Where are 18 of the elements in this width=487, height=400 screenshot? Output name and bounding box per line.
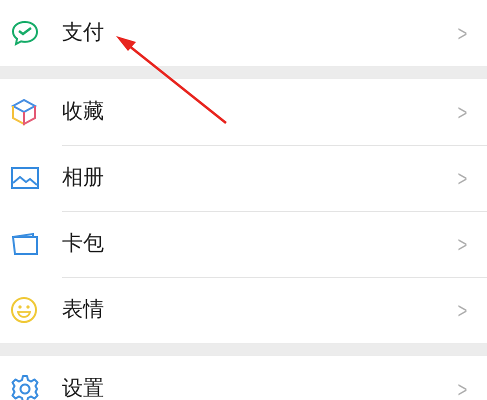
menu-label: 卡包	[62, 230, 105, 258]
chevron-icon: >	[458, 372, 468, 400]
settings-icon	[10, 374, 40, 400]
cube-icon	[10, 97, 38, 127]
chevron-icon: >	[458, 228, 468, 260]
chevron-icon: >	[458, 294, 468, 326]
wallet-icon	[10, 231, 40, 257]
menu-label: 收藏	[62, 98, 105, 126]
menu-label: 表情	[62, 296, 105, 324]
smiley-icon	[10, 296, 38, 324]
menu-label: 设置	[62, 375, 105, 400]
chevron-icon: >	[458, 162, 468, 194]
image-icon	[10, 166, 40, 190]
menu-label: 相册	[62, 164, 105, 192]
chevron-icon: >	[458, 96, 468, 128]
menu-label: 支付	[62, 19, 105, 46]
chevron-icon: >	[458, 16, 468, 50]
chat-check-icon	[10, 19, 40, 47]
